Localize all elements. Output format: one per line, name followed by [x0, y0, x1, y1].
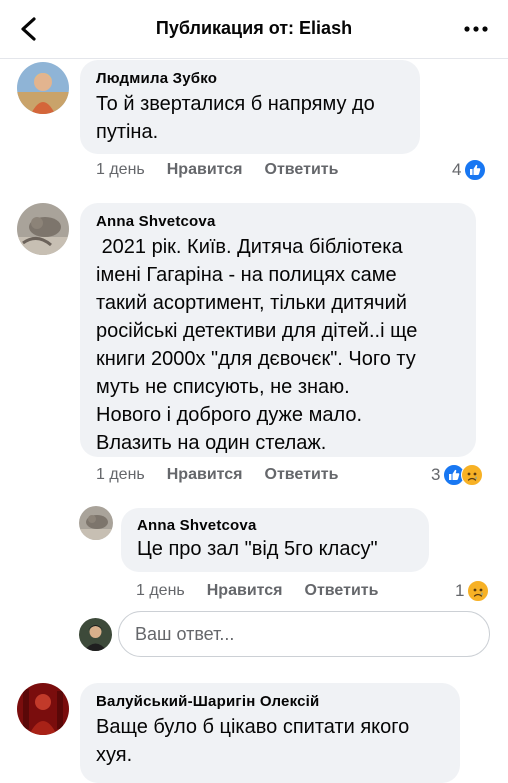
comment-time[interactable]: 1 день	[96, 161, 145, 179]
reply-button[interactable]: Ответить	[265, 161, 339, 179]
more-dots-icon	[464, 26, 488, 32]
comment-actions: 1 день Нравится Ответить	[136, 582, 400, 600]
comment-text: Це про зал "від 5го класу"	[137, 538, 378, 560]
reply-bubble: Anna Shvetcova Це про зал "від 5го класу…	[121, 508, 429, 572]
top-bar: Публикация от: Eliash	[0, 0, 508, 59]
reaction-count: 1	[455, 581, 465, 600]
reaction-count: 4	[452, 160, 462, 179]
like-icon	[464, 159, 487, 181]
comment-actions: 1 день Нравится Ответить	[96, 466, 360, 484]
sad-icon	[461, 464, 484, 486]
comment-author[interactable]: Валуйський-Шаригін Олексій	[96, 693, 444, 710]
avatar[interactable]	[17, 203, 69, 255]
reaction-count: 3	[431, 465, 441, 484]
reactions-summary[interactable]: 4	[452, 159, 487, 181]
current-user-avatar	[79, 618, 112, 651]
like-button[interactable]: Нравится	[167, 466, 243, 484]
comment-bubble: Anna Shvetcova 2021 рік. Київ. Дитяча бі…	[80, 203, 476, 457]
comment-time[interactable]: 1 день	[96, 466, 145, 484]
like-button[interactable]: Нравится	[207, 582, 283, 600]
reply-button[interactable]: Ответить	[305, 582, 379, 600]
more-options-button[interactable]	[462, 14, 490, 44]
sad-icon	[467, 580, 490, 602]
avatar[interactable]	[17, 683, 69, 735]
comment-time[interactable]: 1 день	[136, 582, 185, 600]
comment-bubble: Валуйський-Шаригін Олексій Ваще було б ц…	[80, 683, 460, 783]
page-title: Публикация от: Eliash	[155, 18, 353, 38]
comment-author[interactable]: Людмила Зубко	[96, 70, 404, 87]
like-button[interactable]: Нравится	[167, 161, 243, 179]
comment-actions: 1 день Нравится Ответить	[96, 161, 360, 179]
reply-button[interactable]: Ответить	[265, 466, 339, 484]
avatar[interactable]	[17, 62, 69, 114]
comment-text: То й зверталися б напряму до путіна.	[96, 93, 375, 143]
reactions-summary[interactable]: 3	[431, 464, 484, 486]
comment-bubble: Людмила Зубко То й зверталися б напряму …	[80, 60, 420, 154]
reply-input[interactable]	[118, 611, 490, 657]
comment-author[interactable]: Anna Shvetcova	[96, 213, 460, 230]
comment-text: 2021 рік. Київ. Дитяча бібліотека імені …	[96, 236, 418, 454]
reactions-summary[interactable]: 1	[455, 580, 490, 602]
comment-text: Ваще було б цікаво спитати якого хуя.	[96, 716, 410, 766]
avatar[interactable]	[79, 506, 113, 540]
comment-author[interactable]: Anna Shvetcova	[137, 517, 413, 534]
